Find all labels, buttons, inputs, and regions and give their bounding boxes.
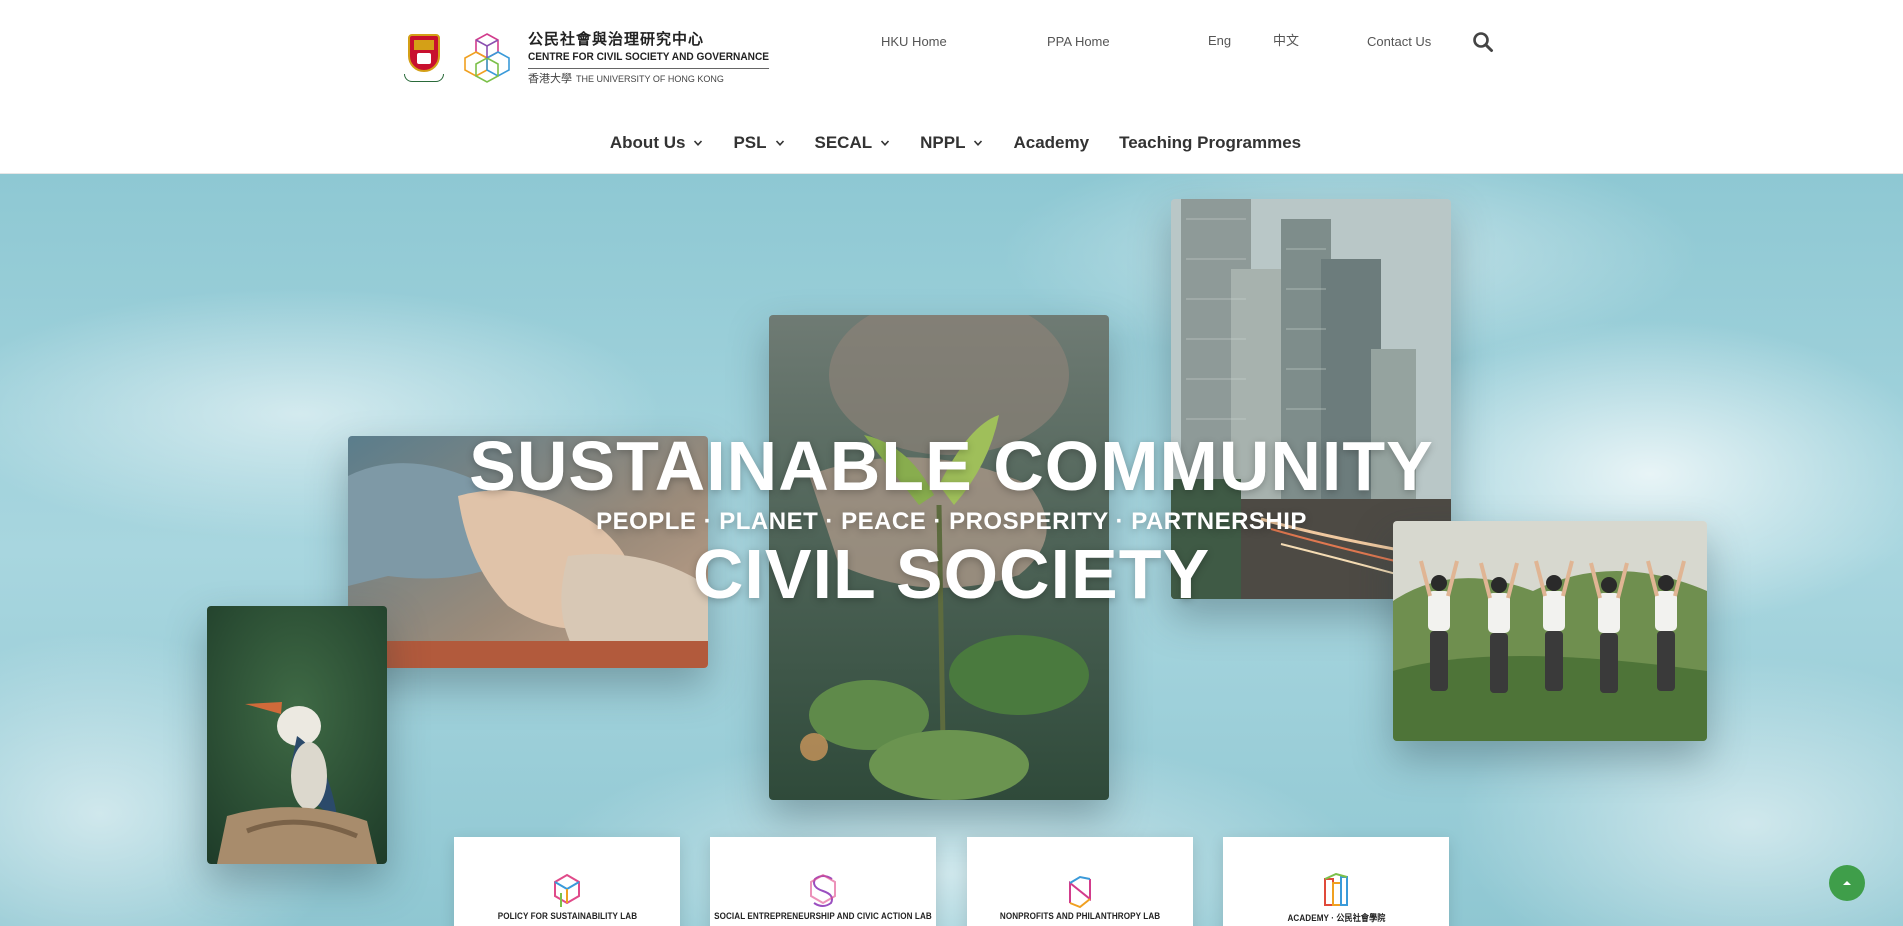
chevron-down-icon — [775, 140, 784, 146]
search-icon[interactable] — [1472, 31, 1494, 53]
hero-photo-kingfisher — [207, 606, 387, 864]
lab-card-title: SOCIAL ENTREPRENEURSHIP AND CIVIC ACTION… — [714, 911, 932, 921]
lab-card-title: ACADEMY · 公民社會學院 — [1286, 913, 1386, 923]
chevron-up-icon — [1843, 881, 1851, 885]
centre-logo[interactable]: 公民社會與治理研究中心 CENTRE FOR CIVIL SOCIETY AND… — [404, 28, 790, 88]
hero-banner: SUSTAINABLE COMMUNITY PEOPLE · PLANET · … — [0, 174, 1903, 926]
site-header: 公民社會與治理研究中心 CENTRE FOR CIVIL SOCIETY AND… — [0, 0, 1903, 174]
hero-headline-sustainable-community: SUSTAINABLE COMMUNITY — [469, 427, 1434, 505]
lab-card-secal[interactable]: SOCIAL ENTREPRENEURSHIP AND CIVIC ACTION… — [710, 837, 936, 926]
chevron-down-icon — [881, 140, 890, 146]
psl-logo-icon — [554, 873, 580, 907]
centre-name-english: CENTRE FOR CIVIL SOCIETY AND GOVERNANCE — [528, 49, 770, 69]
hero-tagline: PEOPLE · PLANET · PEACE · PROSPERITY · P… — [596, 508, 1307, 535]
nav-teaching-programmes[interactable]: Teaching Programmes — [1119, 128, 1301, 158]
university-name: 香港大學 THE UNIVERSITY OF HONG KONG — [528, 72, 724, 85]
secal-logo-icon — [810, 873, 836, 907]
nav-nppl[interactable]: NPPL — [920, 128, 983, 158]
main-navigation: About Us PSL SECAL NPPL Academy Teaching… — [0, 128, 1903, 158]
centre-name-chinese: 公民社會與治理研究中心 — [528, 30, 705, 48]
nav-secal[interactable]: SECAL — [815, 128, 891, 158]
ppa-home-link[interactable]: PPA Home — [1047, 30, 1110, 54]
hku-home-link[interactable]: HKU Home — [881, 30, 947, 54]
ccsg-cubes-logo-icon — [464, 33, 510, 83]
academy-logo-icon — [1324, 873, 1348, 906]
nppl-logo-icon — [1069, 875, 1091, 909]
back-to-top-button[interactable] — [1829, 865, 1865, 901]
nav-academy[interactable]: Academy — [1013, 128, 1089, 158]
language-chinese-link[interactable]: 中文 — [1273, 29, 1299, 53]
lab-card-nppl[interactable]: NONPROFITS AND PHILANTHROPY LAB — [967, 837, 1193, 926]
language-eng-link[interactable]: Eng — [1208, 29, 1231, 53]
lab-card-title: NONPROFITS AND PHILANTHROPY LAB — [999, 911, 1161, 921]
lab-card-psl[interactable]: POLICY FOR SUSTAINABILITY LAB — [454, 837, 680, 926]
chevron-down-icon — [974, 140, 983, 146]
nav-psl[interactable]: PSL — [733, 128, 784, 158]
hku-crest-icon — [404, 32, 444, 84]
lab-card-title: POLICY FOR SUSTAINABILITY LAB — [497, 911, 637, 921]
contact-us-link[interactable]: Contact Us — [1367, 30, 1431, 54]
lab-card-academy[interactable]: ACADEMY · 公民社會學院 — [1223, 837, 1449, 926]
chevron-down-icon — [694, 140, 703, 146]
nav-about-us[interactable]: About Us — [610, 128, 704, 158]
hero-headline-civil-society: CIVIL SOCIETY — [692, 535, 1211, 613]
